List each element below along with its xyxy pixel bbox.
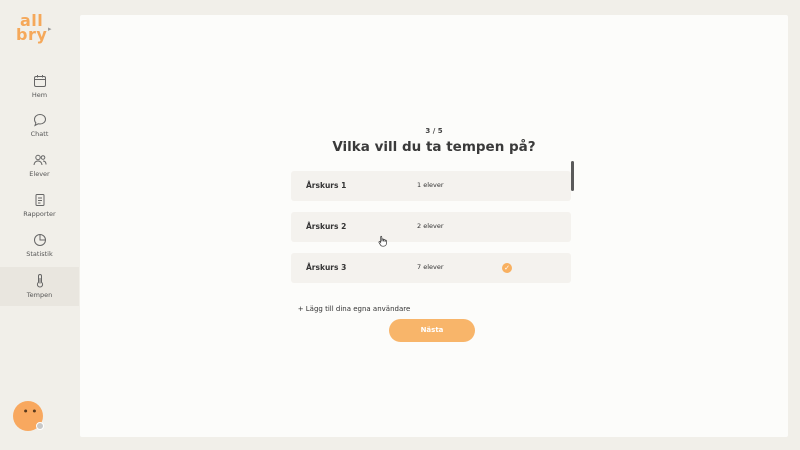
checkmark-icon[interactable]: ✓ (502, 263, 512, 273)
group-name: Årskurs 1 (306, 181, 347, 190)
page-title: Vilka vill du ta tempen på? (332, 139, 536, 155)
sidebar-item-tempen[interactable]: Tempen (0, 267, 79, 306)
sidebar-item-label: Hem (31, 91, 48, 99)
list-item[interactable]: Årskurs 3 7 elever ✓ (291, 253, 571, 283)
sidebar-item-label: Rapporter (23, 210, 56, 218)
sidebar-item-label: Statistik (26, 250, 53, 258)
hand-cursor-icon (378, 235, 387, 247)
step-indicator: 3 / 5 (425, 127, 443, 135)
student-count: 1 elever (417, 181, 444, 189)
sidebar-item-label: Tempen (26, 291, 53, 299)
sidebar-item-elever[interactable]: Elever (0, 153, 79, 193)
add-users-link[interactable]: + Lägg till dina egna användare (0, 305, 708, 313)
group-name: Årskurs 2 (306, 222, 347, 231)
next-button[interactable]: Nästa (389, 319, 475, 342)
avatar-face: ● ● (24, 408, 39, 413)
list-item[interactable]: Årskurs 2 2 elever (291, 212, 571, 242)
sidebar-item-chatt[interactable]: Chatt (0, 113, 79, 153)
sidebar-item-hem[interactable]: Hem (0, 74, 79, 114)
sidebar-item-label: Chatt (30, 130, 49, 138)
caret-icon: ▸ (48, 25, 52, 33)
pie-chart-icon (33, 234, 46, 246)
status-dot (36, 422, 44, 430)
calendar-icon (33, 75, 46, 87)
list-item[interactable]: Årskurs 1 1 elever (291, 171, 571, 201)
users-icon (33, 154, 46, 166)
allbry-logo[interactable]: all bry ▸ (16, 13, 56, 48)
chat-icon (33, 113, 46, 127)
scrollbar[interactable] (571, 161, 574, 191)
group-name: Årskurs 3 (306, 263, 347, 272)
sidebar-item-rapporter[interactable]: Rapporter (0, 193, 79, 233)
sidebar: all bry ▸ Hem Chatt Elever Rapporter Sta… (0, 0, 79, 450)
thermometer-icon (36, 274, 43, 288)
student-count: 7 elever (417, 263, 444, 271)
report-icon (35, 194, 44, 206)
student-count: 2 elever (417, 222, 444, 230)
sidebar-item-label: Elever (29, 170, 50, 178)
